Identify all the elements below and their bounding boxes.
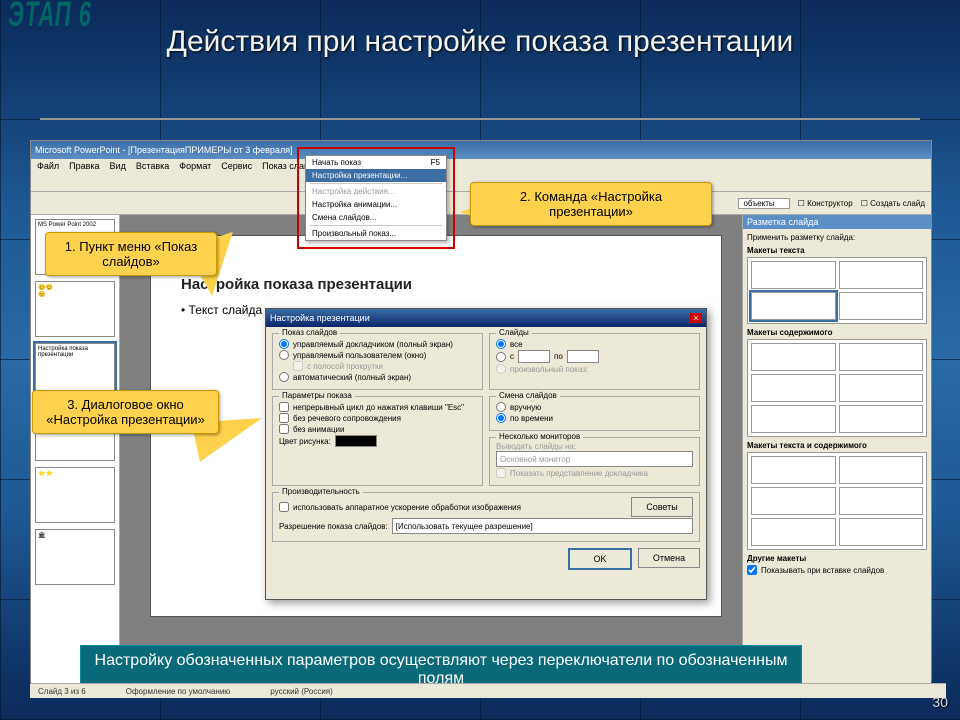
menu-view[interactable]: Вид: [110, 161, 126, 171]
new-slide-button[interactable]: ☐ Создать слайд: [861, 199, 925, 208]
objects-dropdown[interactable]: объекты: [738, 198, 789, 209]
dialog-title: Настройка презентации: [270, 313, 370, 323]
layout[interactable]: [751, 456, 836, 484]
dialog-titlebar: Настройка презентации ×: [266, 309, 706, 327]
tips-button[interactable]: Советы: [631, 497, 693, 517]
menu-edit[interactable]: Правка: [69, 161, 99, 171]
section-text-layouts: Макеты текста: [747, 246, 927, 255]
task-pane-apply-label: Применить разметку слайда:: [747, 233, 927, 242]
menuitem-animation[interactable]: Настройка анимации...: [306, 198, 446, 211]
layout[interactable]: [839, 261, 924, 289]
opt-auto[interactable]: автоматический (полный экран): [279, 372, 476, 382]
menubar[interactable]: Файл Правка Вид Вставка Формат Сервис По…: [31, 159, 931, 173]
group-monitors: Несколько мониторов Выводить слайды на: …: [489, 437, 700, 486]
layout[interactable]: [839, 456, 924, 484]
slide-thumbnails[interactable]: MS Power Point 2002 😊😊😊 Настройка показа…: [31, 215, 120, 691]
stage-label: ЭТАП 6: [8, 0, 92, 36]
opt-custom-show: произвольный показ:: [496, 364, 693, 374]
status-slide: Слайд 3 из 6: [38, 687, 86, 696]
opt-noanim[interactable]: без анимации: [279, 424, 476, 434]
layout[interactable]: [839, 487, 924, 515]
window-title: Microsoft PowerPoint - [ПрезентацияПРИМЕ…: [35, 145, 293, 155]
slideshow-dropdown[interactable]: Начать показF5 Настройка презентации... …: [305, 155, 447, 241]
opt-presenter: Показать представление докладчика: [496, 468, 693, 478]
resolution-select[interactable]: [Использовать текущее разрешение]: [392, 518, 693, 534]
layout[interactable]: [751, 487, 836, 515]
layout[interactable]: [839, 343, 924, 371]
callout-1: 1. Пункт меню «Показ слайдов»: [45, 232, 217, 276]
menuitem-action: Настройка действия...: [306, 185, 446, 198]
menu-file[interactable]: Файл: [37, 161, 59, 171]
menu-format[interactable]: Формат: [179, 161, 211, 171]
monitor-select: Основной монитор: [496, 451, 693, 467]
setup-dialog[interactable]: Настройка презентации × Показ слайдов уп…: [265, 308, 707, 600]
section-other-layouts: Другие макеты: [747, 554, 927, 563]
design-button[interactable]: ☐ Конструктор: [798, 199, 853, 208]
layout[interactable]: [751, 292, 836, 320]
group-params: Параметры показа непрерывный цикл до наж…: [272, 396, 483, 486]
group-show: Показ слайдов управляемый докладчиком (п…: [272, 333, 483, 390]
dialog-close-icon[interactable]: ×: [690, 313, 702, 323]
status-lang: русский (Россия): [270, 687, 333, 696]
thumb-5[interactable]: ⭐⭐: [35, 467, 115, 523]
task-pane[interactable]: Разметка слайда Применить разметку слайд…: [742, 215, 931, 691]
menuitem-transition[interactable]: Смена слайдов...: [306, 211, 446, 224]
text-layouts[interactable]: [747, 257, 927, 324]
layout[interactable]: [839, 374, 924, 402]
layout[interactable]: [751, 518, 836, 546]
opt-window[interactable]: управляемый пользователем (окно): [279, 350, 476, 360]
status-design: Оформление по умолчанию: [126, 687, 231, 696]
menuitem-setup[interactable]: Настройка презентации...: [306, 169, 446, 182]
presentation-slide: ЭТАП 6 Действия при настройке показа пре…: [0, 0, 960, 720]
title-underline: [40, 118, 920, 120]
show-on-insert-checkbox[interactable]: Показывать при вставке слайдов: [747, 565, 927, 575]
slide-title: Действия при настройке показа презентаци…: [120, 25, 840, 59]
opt-timed[interactable]: по времени: [496, 413, 693, 423]
opt-nonarr[interactable]: без речевого сопровождения: [279, 413, 476, 423]
statusbar: Слайд 3 из 6 Оформление по умолчанию рус…: [30, 683, 946, 698]
ok-button[interactable]: OK: [568, 548, 632, 570]
group-performance: Производительность использовать аппаратн…: [272, 492, 700, 542]
content-layouts[interactable]: [747, 339, 927, 437]
menuitem-start[interactable]: Начать показF5: [306, 156, 446, 169]
cancel-button[interactable]: Отмена: [638, 548, 700, 568]
menu-insert[interactable]: Вставка: [136, 161, 169, 171]
layout[interactable]: [751, 405, 836, 433]
pen-color[interactable]: Цвет рисунка:: [279, 435, 476, 447]
layout[interactable]: [751, 343, 836, 371]
opt-full[interactable]: управляемый докладчиком (полный экран): [279, 339, 476, 349]
mixed-layouts[interactable]: [747, 452, 927, 550]
window-titlebar: Microsoft PowerPoint - [ПрезентацияПРИМЕ…: [31, 141, 931, 159]
opt-range[interactable]: с по: [496, 350, 693, 363]
thumb-2[interactable]: 😊😊😊: [35, 281, 115, 337]
opt-scroll: с полосой прокрутки: [293, 361, 476, 371]
section-content-layouts: Макеты содержимого: [747, 328, 927, 337]
opt-loop[interactable]: непрерывный цикл до нажатия клавиши "Esc…: [279, 402, 476, 412]
layout[interactable]: [839, 518, 924, 546]
layout[interactable]: [839, 405, 924, 433]
thumb-6[interactable]: 🏛: [35, 529, 115, 585]
canvas-heading: Настройка показа презентации: [181, 276, 721, 293]
group-advance: Смена слайдов вручную по времени: [489, 396, 700, 431]
callout-2: 2. Команда «Настройка презентации»: [470, 182, 712, 226]
task-pane-header: Разметка слайда: [743, 215, 931, 229]
opt-hw[interactable]: использовать аппаратное ускорение обрабо…: [279, 502, 625, 512]
opt-all[interactable]: все: [496, 339, 693, 349]
section-mixed-layouts: Макеты текста и содержимого: [747, 441, 927, 450]
menuitem-custom[interactable]: Произвольный показ...: [306, 227, 446, 240]
opt-manual[interactable]: вручную: [496, 402, 693, 412]
callout-3: 3. Диалоговое окно «Настройка презентаци…: [32, 390, 219, 434]
layout[interactable]: [839, 292, 924, 320]
layout[interactable]: [751, 374, 836, 402]
page-number: 30: [932, 694, 948, 710]
group-slides: Слайды все с по произвольный показ:: [489, 333, 700, 390]
menu-tools[interactable]: Сервис: [221, 161, 252, 171]
layout[interactable]: [751, 261, 836, 289]
